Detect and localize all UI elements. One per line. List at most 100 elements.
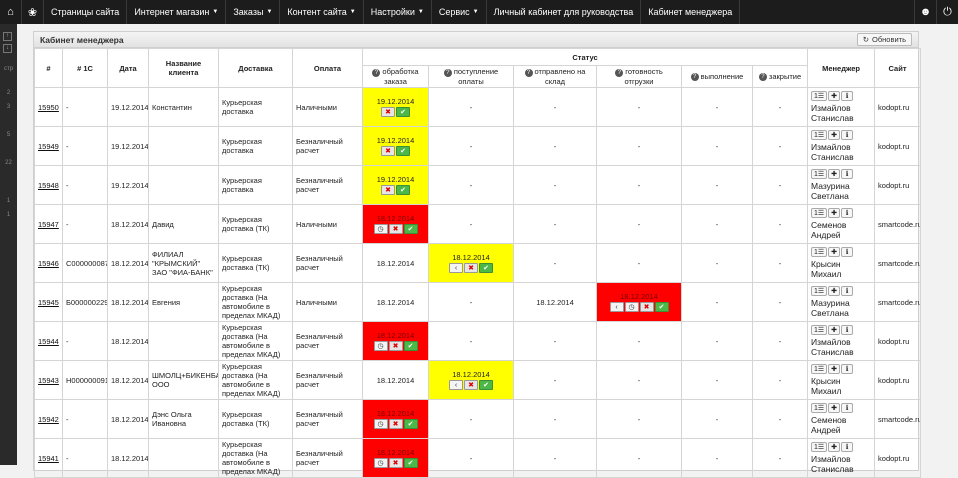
- confirm-button[interactable]: ✔: [396, 107, 410, 117]
- reject-button[interactable]: ✖: [464, 263, 478, 273]
- info-button[interactable]: ℹ: [841, 91, 854, 101]
- reject-button[interactable]: ✖: [388, 458, 403, 468]
- order-id-link[interactable]: 15942: [34, 399, 63, 439]
- back-button[interactable]: ‹: [449, 263, 463, 273]
- clock-button[interactable]: ◷: [373, 419, 388, 429]
- clock-button[interactable]: ◷: [373, 224, 388, 234]
- confirm-button[interactable]: ✔: [403, 224, 418, 234]
- confirm-button[interactable]: ✔: [479, 380, 493, 390]
- add-button[interactable]: ✚: [828, 208, 841, 218]
- info-button[interactable]: ℹ: [841, 325, 854, 335]
- add-button[interactable]: ✚: [828, 130, 841, 140]
- info-button[interactable]: ℹ: [841, 208, 854, 218]
- clock-button[interactable]: ◷: [373, 458, 388, 468]
- confirm-button[interactable]: ✔: [403, 341, 418, 351]
- power-icon[interactable]: ⏻: [936, 0, 958, 24]
- question-icon[interactable]: ?: [524, 68, 533, 77]
- question-icon[interactable]: ?: [372, 68, 381, 77]
- manager-count-button[interactable]: 1 ☰: [811, 130, 828, 140]
- clock-button[interactable]: ◷: [624, 302, 639, 312]
- sidebar-top-button[interactable]: ↑: [3, 32, 12, 41]
- reject-button[interactable]: ✖: [639, 302, 654, 312]
- status-col-header[interactable]: ? готовность отгрузки: [596, 65, 682, 88]
- home-icon[interactable]: ⌂: [0, 0, 22, 24]
- question-icon[interactable]: ?: [615, 68, 624, 77]
- back-button[interactable]: ‹: [609, 302, 624, 312]
- order-id-link[interactable]: 15941: [34, 438, 63, 478]
- info-button[interactable]: ℹ: [841, 247, 854, 257]
- manager-count-button[interactable]: 1 ☰: [811, 91, 828, 101]
- manager-count-button[interactable]: 1 ☰: [811, 208, 828, 218]
- manager-count-button[interactable]: 1 ☰: [811, 286, 828, 296]
- order-id-link[interactable]: 15947: [34, 204, 63, 244]
- status-col-header[interactable]: ? закрытие: [751, 65, 809, 88]
- nav-item[interactable]: Настройки ▼: [364, 0, 432, 24]
- question-icon[interactable]: ?: [758, 73, 767, 81]
- nav-item[interactable]: Заказы ▼: [226, 0, 281, 24]
- info-button[interactable]: ℹ: [841, 364, 854, 374]
- reject-icon: ✖: [392, 226, 399, 233]
- add-button[interactable]: ✚: [828, 364, 841, 374]
- status-col-header[interactable]: ? обработка заказа: [362, 65, 429, 88]
- info-button[interactable]: ℹ: [841, 403, 854, 413]
- reject-button[interactable]: ✖: [381, 185, 395, 195]
- add-button[interactable]: ✚: [828, 286, 841, 296]
- reject-button[interactable]: ✖: [388, 224, 403, 234]
- order-id-link[interactable]: 15949: [34, 126, 63, 166]
- add-button[interactable]: ✚: [828, 91, 841, 101]
- refresh-button[interactable]: ↻ Обновить: [856, 33, 912, 46]
- add-button[interactable]: ✚: [828, 169, 841, 179]
- nav-item[interactable]: Страницы сайта: [44, 0, 128, 24]
- back-button[interactable]: ‹: [449, 380, 463, 390]
- add-button[interactable]: ✚: [828, 442, 841, 452]
- reject-button[interactable]: ✖: [388, 419, 403, 429]
- reject-button[interactable]: ✖: [464, 380, 478, 390]
- add-button[interactable]: ✚: [828, 403, 841, 413]
- status-col-header[interactable]: ? поступление оплаты: [428, 65, 514, 88]
- order-id-link[interactable]: 15945: [34, 282, 63, 322]
- confirm-button[interactable]: ✔: [396, 185, 410, 195]
- joomla-icon[interactable]: ❀: [22, 0, 44, 24]
- reject-button[interactable]: ✖: [381, 107, 395, 117]
- confirm-button[interactable]: ✔: [403, 419, 418, 429]
- info-button[interactable]: ℹ: [841, 286, 854, 296]
- info-button[interactable]: ℹ: [841, 442, 854, 452]
- nav-item[interactable]: Личный кабинет для руководства: [487, 0, 642, 24]
- confirm-button[interactable]: ✔: [396, 146, 410, 156]
- info-button[interactable]: ℹ: [841, 130, 854, 140]
- question-icon[interactable]: ?: [443, 68, 452, 77]
- order-id-link[interactable]: 15948: [34, 165, 63, 205]
- confirm-button[interactable]: ✔: [654, 302, 669, 312]
- manager-count-button[interactable]: 1 ☰: [811, 169, 828, 179]
- confirm-button[interactable]: ✔: [479, 263, 493, 273]
- nav-item[interactable]: Кабинет менеджера: [641, 0, 741, 24]
- status-col-header[interactable]: ? выполнение: [681, 65, 753, 88]
- order-id-link[interactable]: 15946: [34, 243, 63, 283]
- clock-button[interactable]: ◷: [373, 341, 388, 351]
- order-id-link[interactable]: 15944: [34, 321, 63, 361]
- order-id-link[interactable]: 15943: [34, 360, 63, 400]
- reject-button[interactable]: ✖: [388, 341, 403, 351]
- delivery-type: Курьерская доставка (На автомобиле в пре…: [218, 438, 293, 478]
- add-button[interactable]: ✚: [828, 325, 841, 335]
- manager-count-button[interactable]: 1 ☰: [811, 364, 828, 374]
- info-button[interactable]: ℹ: [841, 169, 854, 179]
- order-id-link[interactable]: 15950: [34, 87, 63, 127]
- manager-count-button[interactable]: 1 ☰: [811, 442, 828, 452]
- reject-button[interactable]: ✖: [381, 146, 395, 156]
- manager-count-button[interactable]: 1 ☰: [811, 325, 828, 335]
- reject-icon: ✖: [392, 460, 399, 467]
- confirm-button[interactable]: ✔: [403, 458, 418, 468]
- nav-item[interactable]: Сервис ▼: [432, 0, 487, 24]
- status-cell: -: [751, 321, 809, 361]
- user-icon[interactable]: ☻: [914, 0, 936, 24]
- question-icon[interactable]: ?: [690, 73, 699, 81]
- sidebar-bottom-button[interactable]: ↓: [3, 44, 12, 53]
- nav-item[interactable]: Контент сайта ▼: [280, 0, 364, 24]
- nav-item[interactable]: Интернет магазин ▼: [127, 0, 227, 24]
- manager-count-button[interactable]: 1 ☰: [811, 247, 828, 257]
- status-col-header[interactable]: ? отправлено на склад: [513, 65, 597, 88]
- list-icon: ☰: [817, 327, 825, 334]
- manager-count-button[interactable]: 1 ☰: [811, 403, 828, 413]
- add-button[interactable]: ✚: [828, 247, 841, 257]
